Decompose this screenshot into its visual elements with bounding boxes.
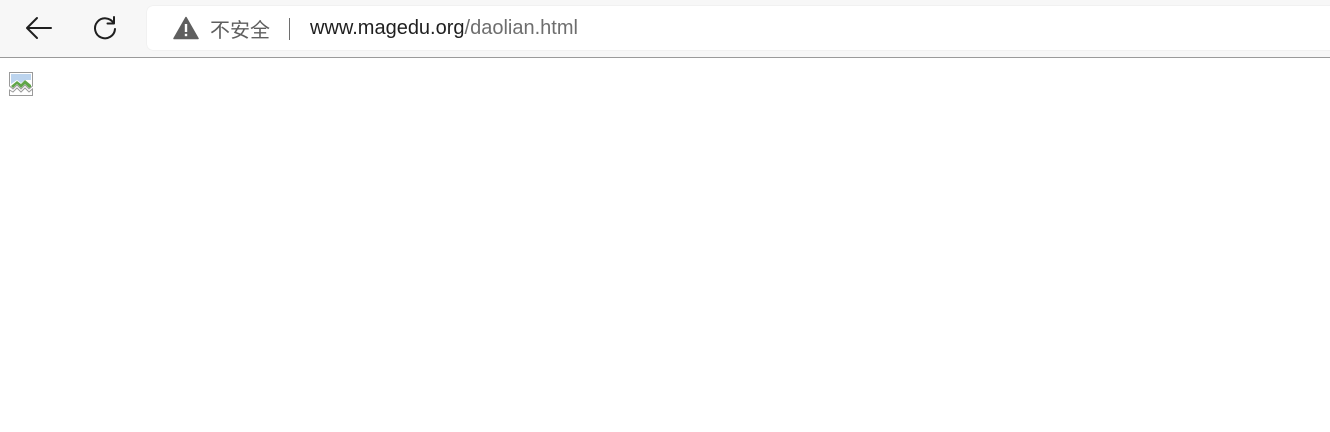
broken-image-icon <box>9 72 33 96</box>
url-text[interactable]: www.magedu.org/daolian.html <box>310 6 578 50</box>
address-divider <box>289 18 290 40</box>
warning-triangle-icon <box>173 16 199 40</box>
back-button[interactable] <box>19 8 59 48</box>
page-content <box>0 59 1330 432</box>
reload-icon <box>94 16 116 40</box>
url-host: www.magedu.org <box>310 17 465 39</box>
reload-button[interactable] <box>85 8 125 48</box>
browser-toolbar: 不安全 www.magedu.org/daolian.html <box>0 0 1330 58</box>
address-bar[interactable]: 不安全 www.magedu.org/daolian.html <box>147 6 1330 50</box>
arrow-left-icon <box>26 17 52 39</box>
security-indicator[interactable]: 不安全 <box>173 6 270 50</box>
security-label: 不安全 <box>210 17 270 42</box>
url-path: /daolian.html <box>464 17 578 39</box>
